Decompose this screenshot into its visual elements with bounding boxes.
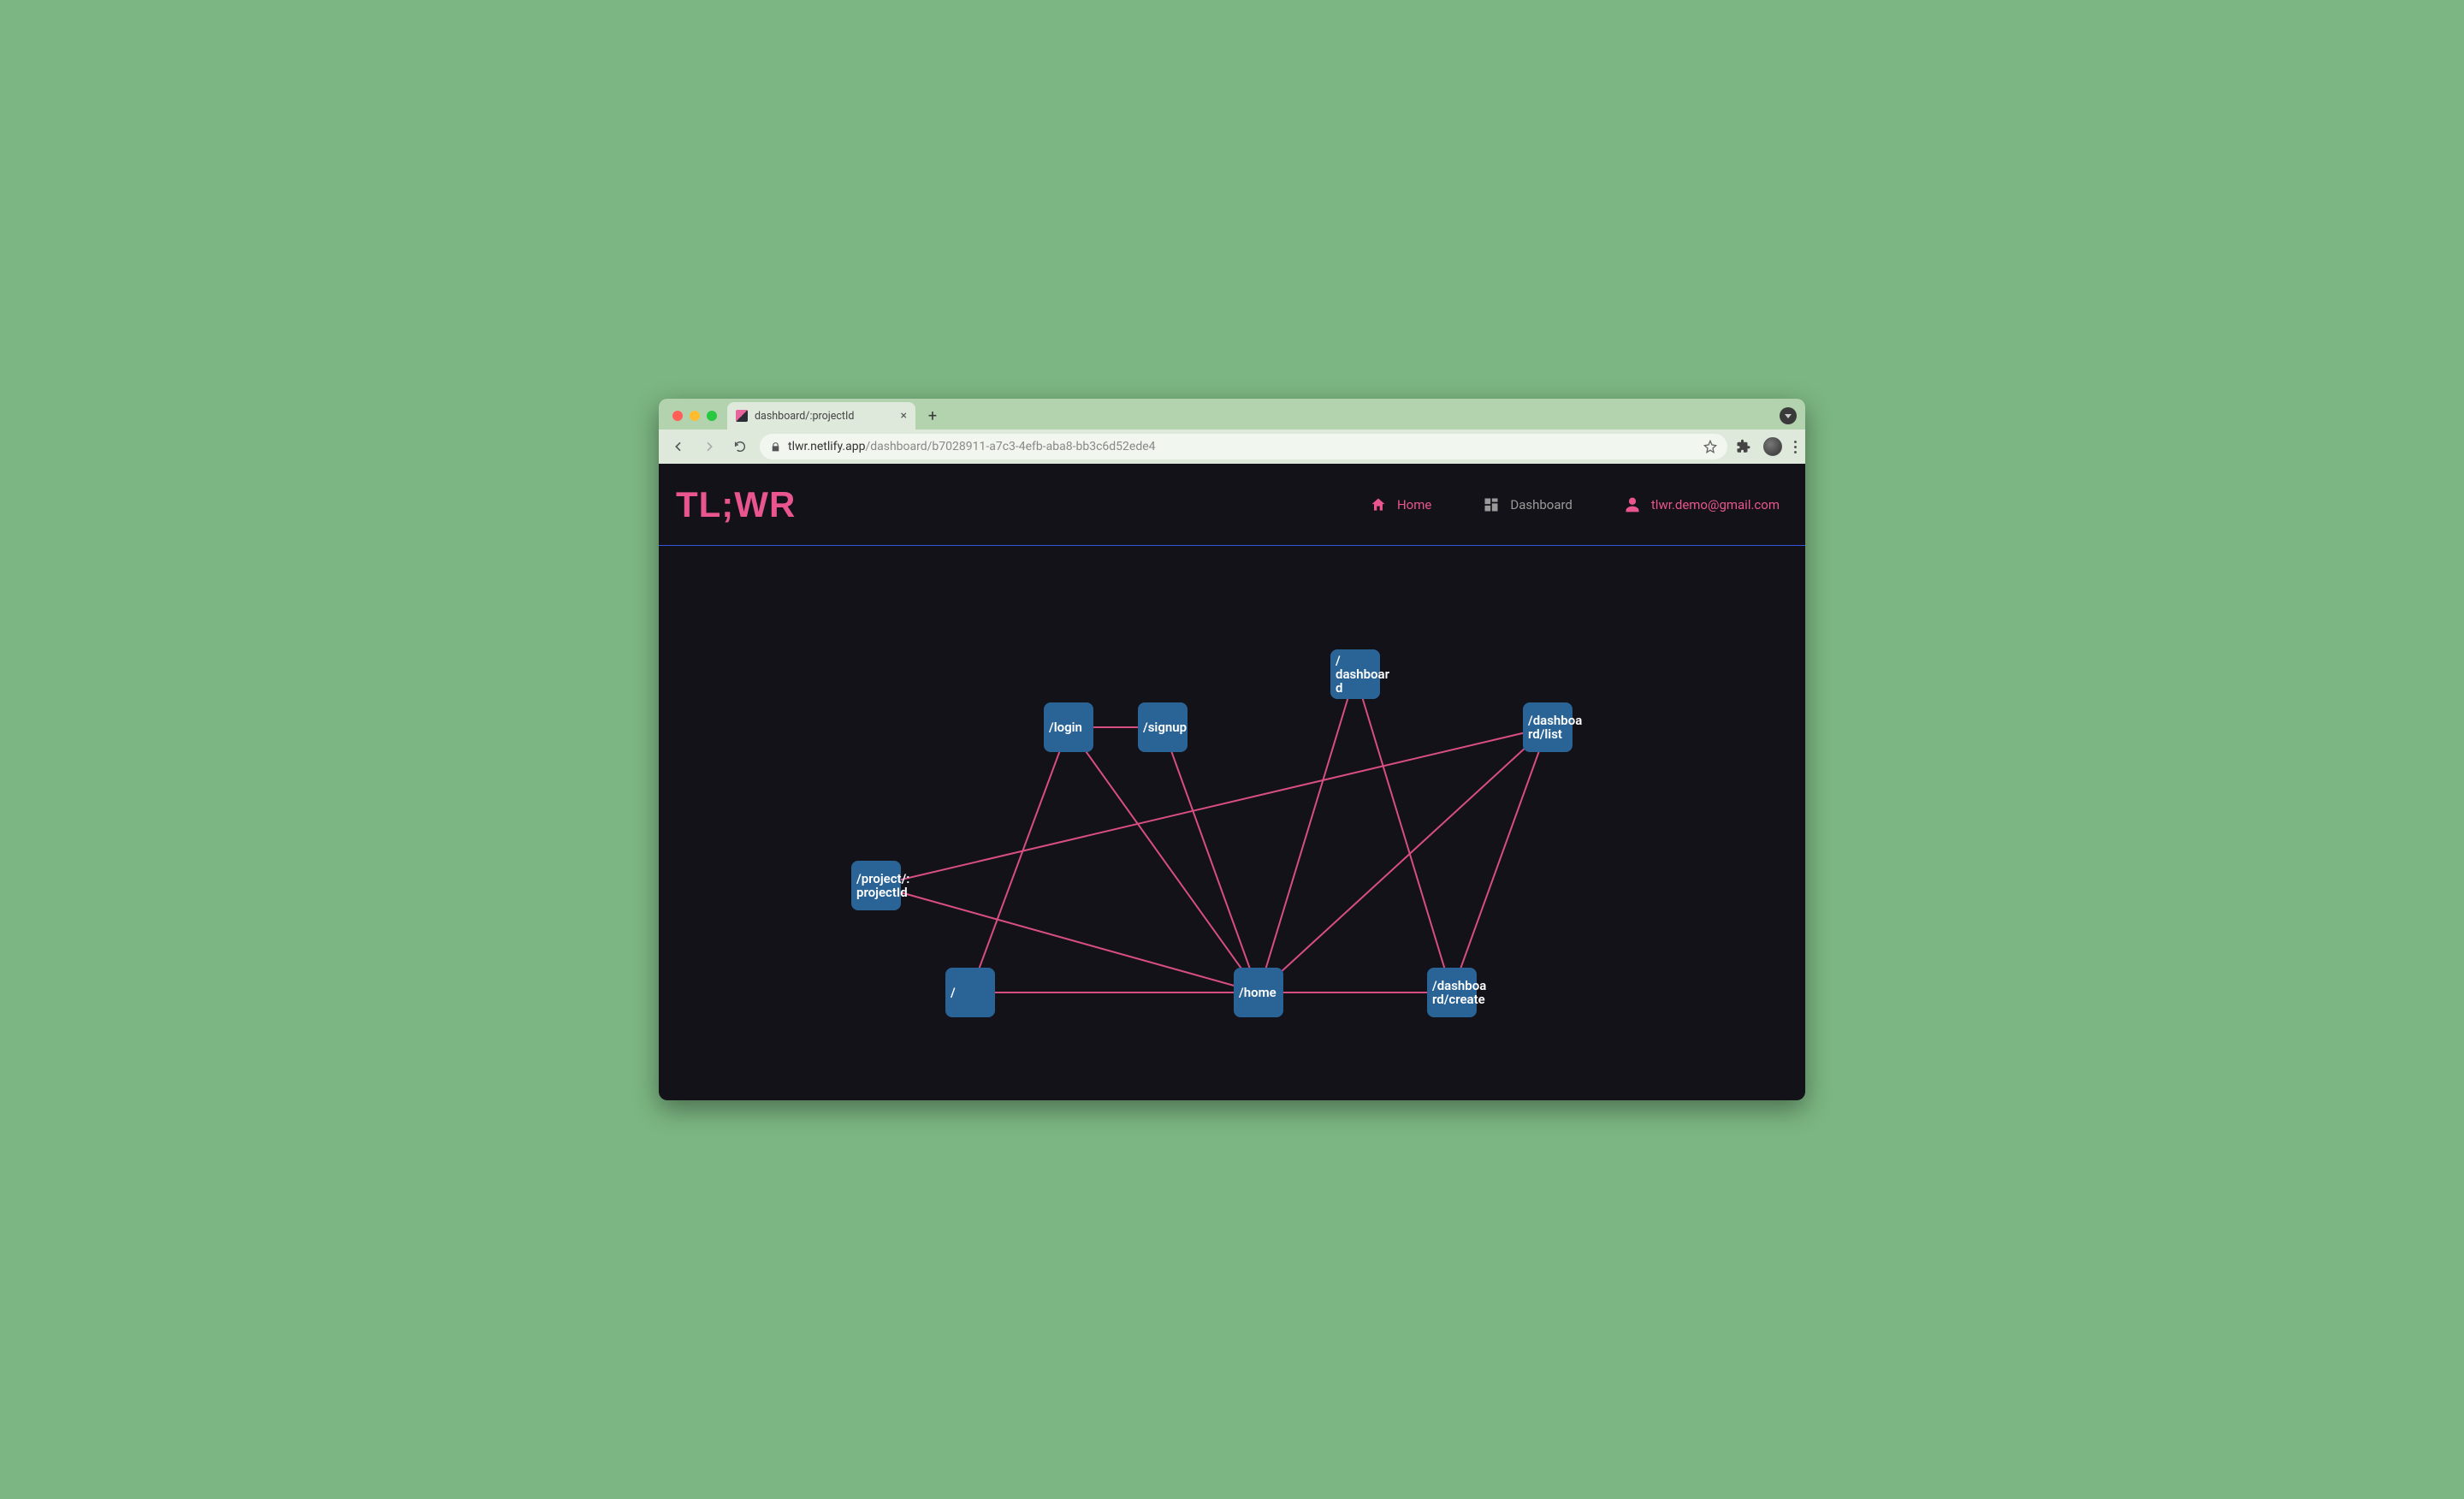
brand-logo[interactable]: TL;WR bbox=[676, 484, 796, 525]
favicon-icon bbox=[736, 410, 748, 422]
new-tab-button[interactable]: + bbox=[921, 404, 945, 428]
graph-node-project[interactable]: /project/:projectId bbox=[851, 861, 909, 910]
graph-node-label: rd/list bbox=[1528, 726, 1562, 742]
graph-node-dashcreate[interactable]: /dashboard/create bbox=[1427, 968, 1486, 1017]
graph-node-label: rd/create bbox=[1432, 992, 1485, 1007]
nav-home-label: Home bbox=[1397, 497, 1431, 513]
forward-button[interactable] bbox=[698, 435, 720, 458]
app-root: TL;WR Home Dashboard tlwr.demo@gmail.com… bbox=[659, 464, 1805, 1100]
graph-edge bbox=[1452, 727, 1548, 992]
nav-dashboard-label: Dashboard bbox=[1510, 497, 1573, 513]
window-close-icon[interactable] bbox=[672, 411, 683, 421]
graph-node-label: /login bbox=[1048, 720, 1082, 735]
graph-node-dashboard[interactable]: /dashboard bbox=[1330, 649, 1390, 699]
nav-home[interactable]: Home bbox=[1370, 496, 1431, 513]
nav-user-email: tlwr.demo@gmail.com bbox=[1651, 497, 1780, 513]
graph-canvas[interactable]: /login/signup/dashboard/dashboard/list/p… bbox=[659, 545, 1805, 1099]
dashboard-icon bbox=[1483, 496, 1500, 513]
graph-node-signup[interactable]: /signup bbox=[1138, 702, 1188, 752]
graph-edge bbox=[876, 886, 1259, 992]
route-graph[interactable]: /login/signup/dashboard/dashboard/list/p… bbox=[659, 546, 1805, 1099]
window-minimize-icon[interactable] bbox=[690, 411, 700, 421]
graph-node-login[interactable]: /login bbox=[1044, 702, 1093, 752]
graph-node-label: dashboar bbox=[1336, 667, 1390, 682]
home-icon bbox=[1370, 496, 1387, 513]
graph-edge bbox=[1259, 674, 1355, 992]
window-controls bbox=[667, 411, 722, 430]
graph-node-label: / bbox=[950, 985, 956, 1000]
graph-edge bbox=[1163, 727, 1259, 992]
graph-node-dashlist[interactable]: /dashboard/list bbox=[1523, 702, 1582, 752]
nav-user[interactable]: tlwr.demo@gmail.com bbox=[1624, 496, 1780, 513]
graph-node-label: /home bbox=[1238, 985, 1276, 1000]
app-header: TL;WR Home Dashboard tlwr.demo@gmail.com bbox=[659, 464, 1805, 545]
graph-node-label: d bbox=[1336, 680, 1342, 696]
window-maximize-icon[interactable] bbox=[707, 411, 717, 421]
browser-toolbar: tlwr.netlify.app/dashboard/b7028911-a7c3… bbox=[659, 430, 1805, 464]
tab-close-icon[interactable]: × bbox=[901, 409, 907, 423]
bookmark-star-icon[interactable] bbox=[1703, 440, 1717, 453]
profile-avatar-icon[interactable] bbox=[1763, 437, 1782, 456]
tab-title: dashboard/:projectId bbox=[755, 410, 894, 423]
address-bar[interactable]: tlwr.netlify.app/dashboard/b7028911-a7c3… bbox=[760, 434, 1727, 459]
tab-strip: dashboard/:projectId × + bbox=[659, 399, 1805, 430]
main-nav: Home Dashboard tlwr.demo@gmail.com bbox=[1370, 496, 1780, 513]
tab-overflow-icon[interactable] bbox=[1780, 407, 1797, 424]
graph-node-root[interactable]: / bbox=[945, 968, 995, 1017]
browser-window: dashboard/:projectId × + tlwr.netlify.ap… bbox=[659, 399, 1805, 1100]
extensions-icon[interactable] bbox=[1736, 439, 1751, 454]
browser-menu-icon[interactable] bbox=[1794, 441, 1797, 453]
graph-edge bbox=[1069, 727, 1259, 992]
graph-node-label: /signup bbox=[1142, 720, 1187, 735]
lock-icon bbox=[770, 441, 781, 453]
browser-tab[interactable]: dashboard/:projectId × bbox=[727, 402, 915, 430]
reload-button[interactable] bbox=[729, 435, 751, 458]
back-button[interactable] bbox=[667, 435, 690, 458]
user-icon bbox=[1624, 496, 1641, 513]
graph-edge bbox=[1355, 674, 1452, 992]
toolbar-right bbox=[1736, 437, 1797, 456]
graph-edge bbox=[1259, 727, 1548, 992]
url-text: tlwr.netlify.app/dashboard/b7028911-a7c3… bbox=[788, 440, 1697, 453]
graph-node-label: projectId bbox=[856, 885, 908, 900]
nav-dashboard[interactable]: Dashboard bbox=[1483, 496, 1573, 513]
graph-node-home[interactable]: /home bbox=[1234, 968, 1283, 1017]
